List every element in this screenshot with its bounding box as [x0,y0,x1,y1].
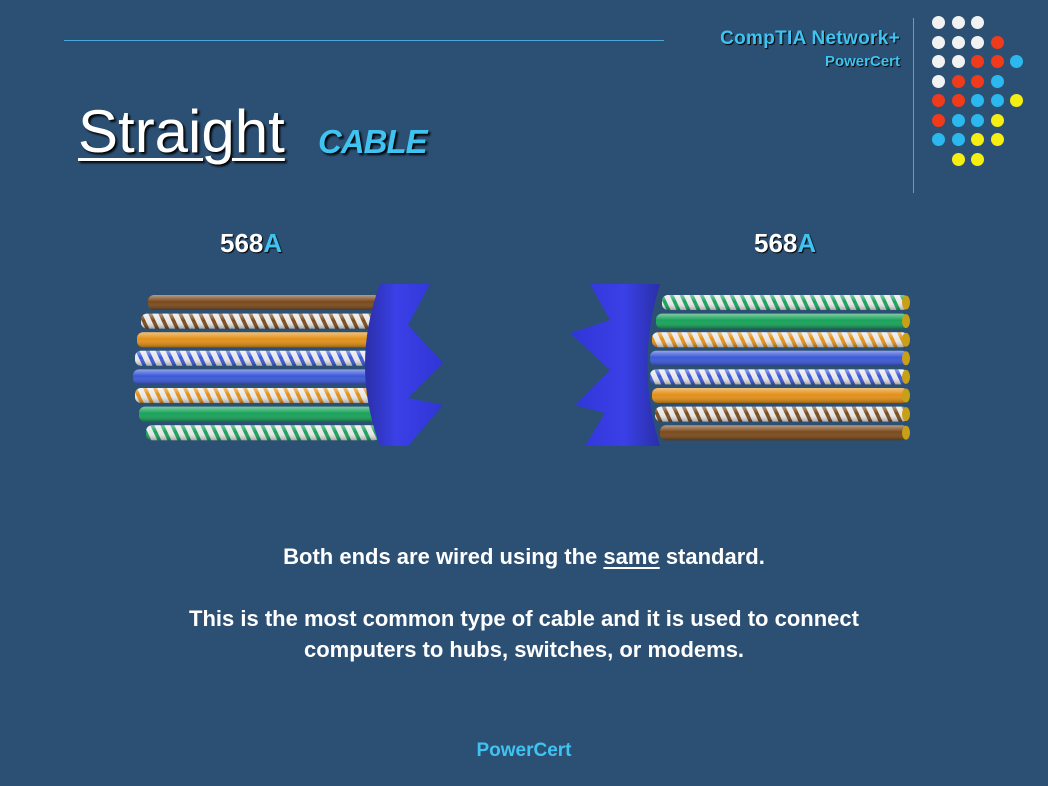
wire-shading [135,388,380,403]
caption-emphasis-same: same [603,544,660,569]
wire-shading [652,332,908,348]
wire-shading [650,350,908,366]
caption-line-1-start: Both ends are wired using the [283,544,604,569]
wire-shading [660,425,908,441]
wire-shading [650,369,908,385]
right-cable-jacket [570,284,660,446]
right-connector-wires [650,295,910,441]
wire-shading [656,313,908,329]
wire-shading [141,313,380,329]
copper-core-end [902,332,910,347]
copper-core-end [902,388,910,403]
caption-line-1: Both ends are wired using the same stand… [0,541,1048,572]
left-connector-wires [133,295,380,441]
caption-line-3: computers to hubs, switches, or modems. [303,637,745,662]
copper-core-end [902,369,910,384]
wire-shading [133,369,380,385]
wire-shading [146,425,380,441]
caption-line-1-end: standard. [659,544,765,569]
copper-core-end [902,425,910,440]
wire-shading [655,406,908,422]
copper-core-end [902,314,910,329]
wire-shading [662,295,908,310]
copper-core-end [902,407,910,422]
wire-shading [135,350,380,366]
left-cable-jacket [365,284,443,446]
caption-line-2: This is the most common type of cable an… [189,606,859,631]
wire-shading [148,295,380,310]
footer-brand: PowerCert [476,740,572,761]
copper-core-end [902,295,910,310]
wire-shading [137,332,380,348]
cable-illustration [133,284,910,446]
copper-core-end [902,351,910,366]
wire-shading [652,388,908,403]
wire-shading [139,406,380,422]
